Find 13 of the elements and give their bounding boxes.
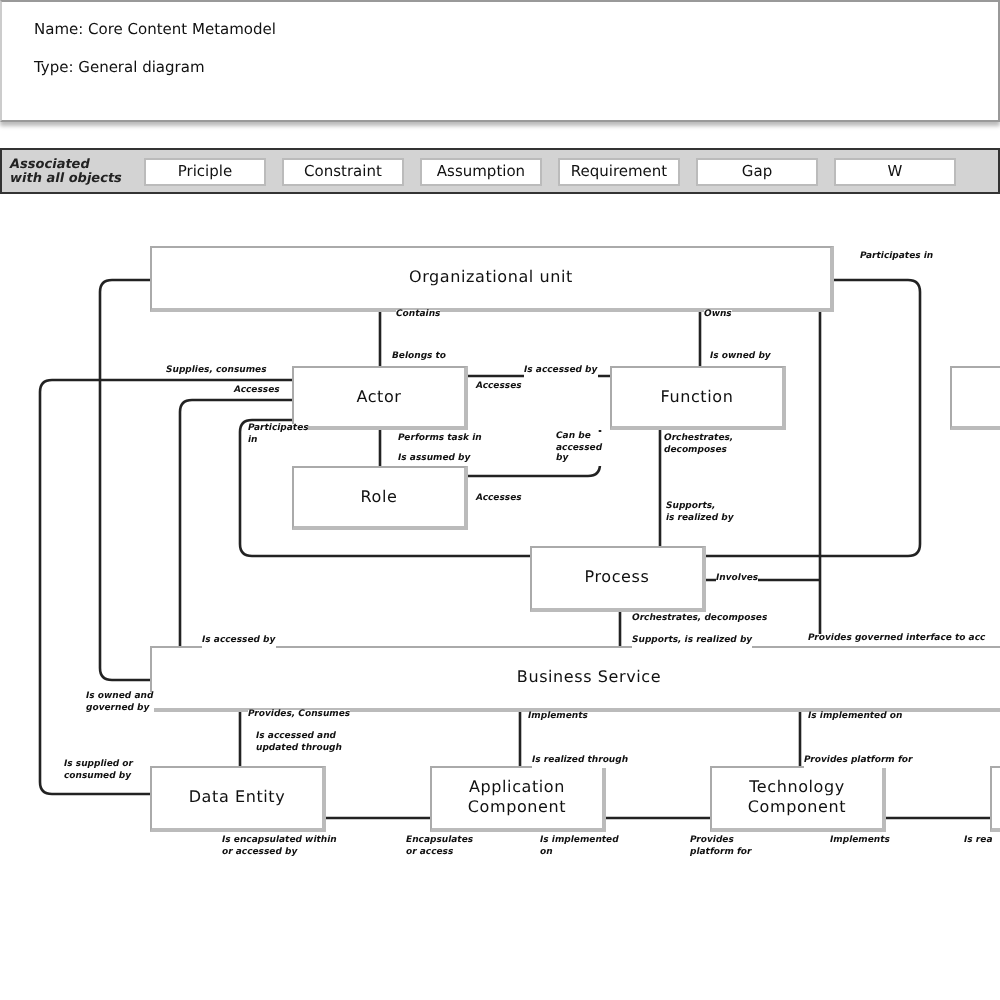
diagram-node: Process	[530, 546, 706, 612]
diagram-node: Application Component	[430, 766, 606, 832]
diagram-node: Role	[292, 466, 468, 530]
connector-line	[798, 712, 802, 766]
connector-line	[326, 816, 430, 820]
connector-line	[618, 612, 622, 646]
connector-line	[518, 712, 522, 766]
diagram-node: Technology Component	[710, 766, 886, 832]
diagram-node: Data Entity	[150, 766, 326, 832]
diagram-node: Organizational unit	[150, 246, 834, 312]
connector-line	[606, 816, 710, 820]
diagram-node: Function	[610, 366, 786, 430]
connector-line	[886, 816, 990, 820]
